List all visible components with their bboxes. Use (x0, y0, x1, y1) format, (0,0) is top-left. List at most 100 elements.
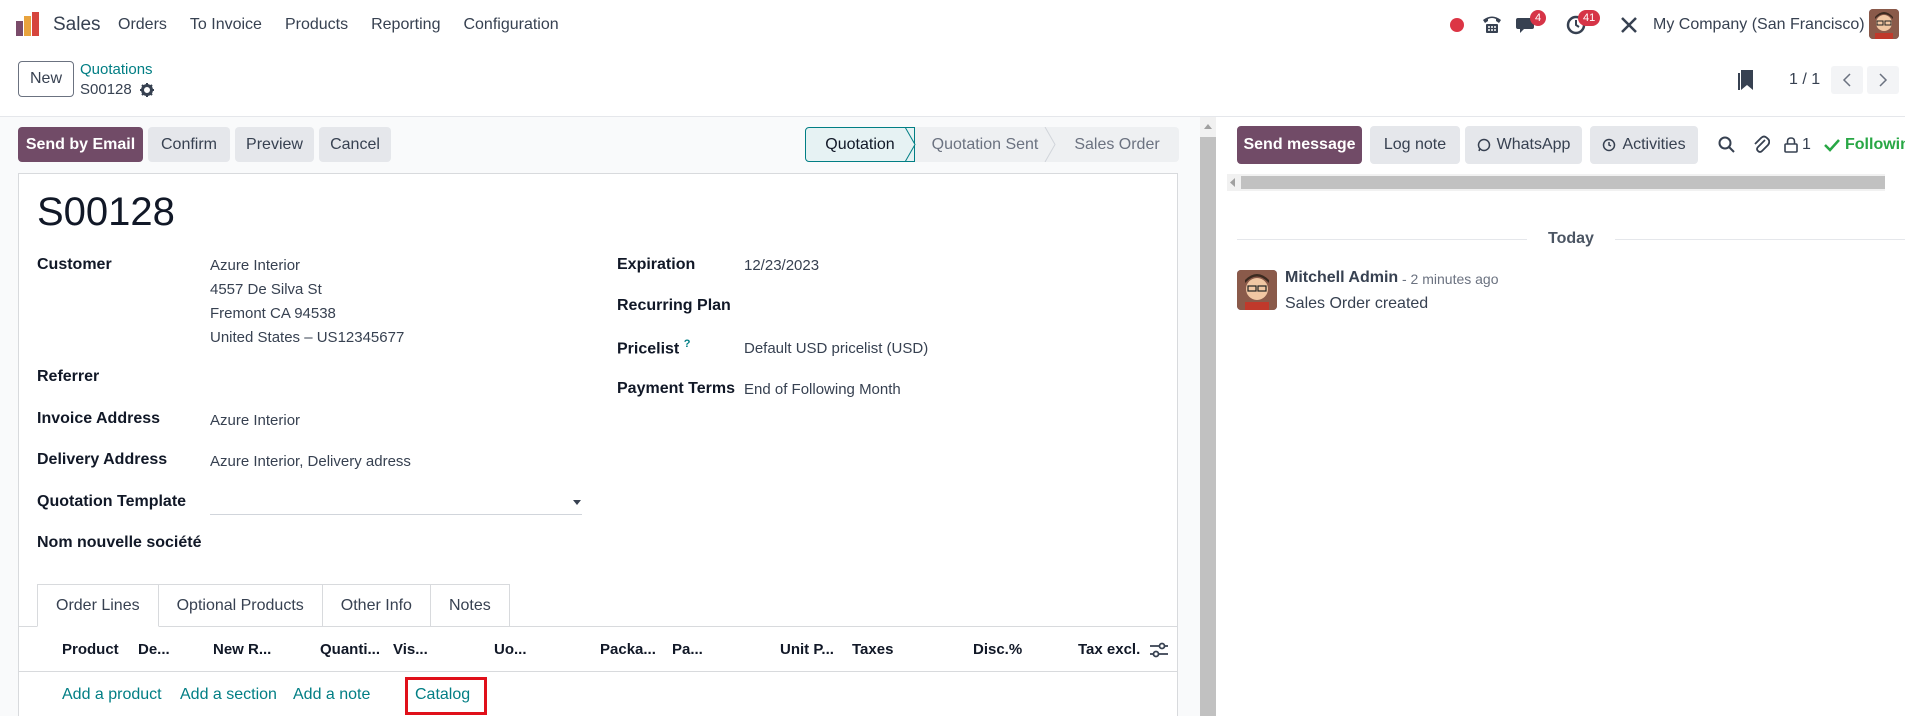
tab-notes[interactable]: Notes (430, 584, 510, 627)
paperclip-icon[interactable] (1752, 135, 1770, 155)
tab-optional-products-label: Optional Products (176, 596, 304, 614)
chevron-left-icon (1842, 73, 1851, 87)
new-button[interactable]: New (18, 61, 74, 97)
pricelist-help-icon[interactable]: ? (684, 338, 691, 350)
company-switcher[interactable]: My Company (San Francisco) (1653, 16, 1865, 34)
expiration-label: Expiration (617, 256, 696, 273)
followers-count[interactable]: 1 (1802, 136, 1811, 154)
message-timestamp: - 2 minutes ago (1402, 271, 1499, 287)
activities-button[interactable]: Activities (1590, 126, 1698, 164)
invoice-address-field[interactable]: Azure Interior (210, 409, 300, 433)
customer-name[interactable]: Azure Interior (210, 254, 404, 278)
breadcrumb-quotations[interactable]: Quotations (80, 61, 153, 78)
breadcrumb-record-name: S00128 (80, 81, 132, 98)
expiration-field[interactable]: 12/23/2023 (744, 254, 819, 278)
tab-notes-label: Notes (448, 596, 491, 614)
column-tax-excl[interactable]: Tax excl. (1078, 641, 1140, 658)
customer-label: Customer (37, 256, 112, 273)
nom-nouvelle-societe-label: Nom nouvelle société (37, 534, 202, 551)
bookmark-icon[interactable] (1738, 70, 1756, 92)
chat-count-badge: 4 (1530, 10, 1547, 26)
delivery-address-label: Delivery Address (37, 451, 168, 468)
stage-arrows (905, 127, 1056, 162)
column-discount[interactable]: Disc.% (973, 641, 1022, 658)
send-message-button[interactable]: Send message (1237, 126, 1362, 164)
phone-icon[interactable] (1481, 14, 1503, 34)
app-name[interactable]: Sales (53, 14, 101, 36)
cancel-button[interactable]: Cancel (319, 127, 391, 162)
menu-products[interactable]: Products (285, 16, 348, 34)
column-unit-price[interactable]: Unit P... (780, 641, 834, 658)
whatsapp-label: WhatsApp (1496, 136, 1571, 153)
column-visible[interactable]: Vis... (393, 641, 428, 658)
pricelist-field[interactable]: Default USD pricelist (USD) (744, 337, 928, 361)
user-avatar[interactable] (1869, 9, 1899, 39)
payment-terms-label: Payment Terms (617, 380, 735, 397)
customer-country: United States – US12345677 (210, 329, 405, 346)
menu-reporting[interactable]: Reporting (371, 16, 440, 34)
main-menu: Orders To Invoice Products Reporting Con… (118, 16, 582, 34)
chevron-right-icon (1879, 73, 1888, 87)
activities-label: Activities (1622, 136, 1686, 153)
stage-quotation-label: Quotation (825, 135, 895, 153)
column-description[interactable]: De... (138, 641, 170, 658)
column-quantity[interactable]: Quanti... (320, 641, 380, 658)
menu-configuration[interactable]: Configuration (463, 16, 558, 34)
referrer-label: Referrer (37, 368, 100, 385)
column-uom[interactable]: Uo... (494, 641, 527, 658)
debug-tools-icon[interactable] (1620, 16, 1638, 34)
gear-icon[interactable] (139, 82, 154, 97)
delivery-address-field[interactable]: Azure Interior, Delivery adress (210, 450, 411, 474)
following-button[interactable]: Following (1845, 136, 1905, 154)
add-product-link[interactable]: Add a product (62, 686, 162, 704)
menu-orders[interactable]: Orders (118, 16, 167, 34)
message-author-avatar[interactable] (1237, 270, 1277, 310)
whatsapp-icon (1477, 138, 1490, 152)
confirm-button[interactable]: Confirm (148, 127, 230, 162)
column-taxes[interactable]: Taxes (852, 641, 893, 658)
column-packaging[interactable]: Packa... (600, 641, 656, 658)
catalog-highlight-box (405, 677, 487, 715)
form-notebook-tabs: Order Lines Optional Products Other Info… (37, 584, 510, 627)
column-new-r[interactable]: New R... (213, 641, 271, 658)
search-icon[interactable] (1718, 136, 1736, 154)
caret-down-icon[interactable] (573, 500, 581, 506)
message-body: Sales Order created (1285, 295, 1429, 312)
triangle-up-icon (1204, 124, 1212, 129)
pricelist-label: Pricelist ? (617, 338, 690, 358)
recording-dot-icon[interactable] (1450, 18, 1464, 32)
whatsapp-button[interactable]: WhatsApp (1465, 126, 1582, 164)
send-by-email-button[interactable]: Send by Email (18, 127, 143, 162)
stage-sales-order-label: Sales Order (1074, 135, 1160, 153)
pager-next-button[interactable] (1867, 66, 1899, 94)
preview-button[interactable]: Preview (235, 127, 314, 162)
today-divider-left (1237, 239, 1527, 240)
menu-to-invoice[interactable]: To Invoice (190, 16, 262, 34)
pager-value[interactable]: 1 / 1 (1789, 71, 1820, 89)
log-note-button[interactable]: Log note (1370, 126, 1460, 164)
form-vertical-scrollbar[interactable] (1200, 117, 1216, 716)
stage-quotation[interactable]: Quotation (805, 127, 915, 162)
scroll-left-arrow-icon[interactable] (1228, 177, 1238, 188)
column-product[interactable]: Product (62, 641, 119, 658)
record-name[interactable]: S00128 (37, 190, 175, 235)
chatter-scroll-thumb[interactable] (1241, 176, 1885, 189)
payment-terms-field[interactable]: End of Following Month (744, 378, 901, 402)
tab-order-lines[interactable]: Order Lines (37, 584, 159, 627)
pricelist-label-text: Pricelist (617, 340, 680, 358)
add-section-link[interactable]: Add a section (180, 686, 277, 704)
user-lock-icon[interactable] (1784, 137, 1798, 153)
message-author[interactable]: Mitchell Admin (1285, 269, 1398, 287)
customer-field[interactable]: Azure Interior 4557 De Silva St Fremont … (210, 254, 404, 350)
column-pa[interactable]: Pa... (672, 641, 703, 658)
quotation-template-input[interactable] (210, 514, 582, 515)
tab-other-info[interactable]: Other Info (322, 584, 431, 627)
recurring-plan-label: Recurring Plan (617, 297, 731, 314)
scrollbar-up-arrow[interactable] (1200, 117, 1216, 137)
pager-previous-button[interactable] (1831, 66, 1863, 94)
order-lines-header: Product De... New R... Quanti... Vis... … (18, 627, 1178, 672)
add-note-link[interactable]: Add a note (293, 686, 370, 704)
tab-optional-products[interactable]: Optional Products (158, 584, 323, 627)
sales-app-icon[interactable] (16, 12, 42, 36)
optional-columns-icon[interactable] (1150, 642, 1168, 658)
